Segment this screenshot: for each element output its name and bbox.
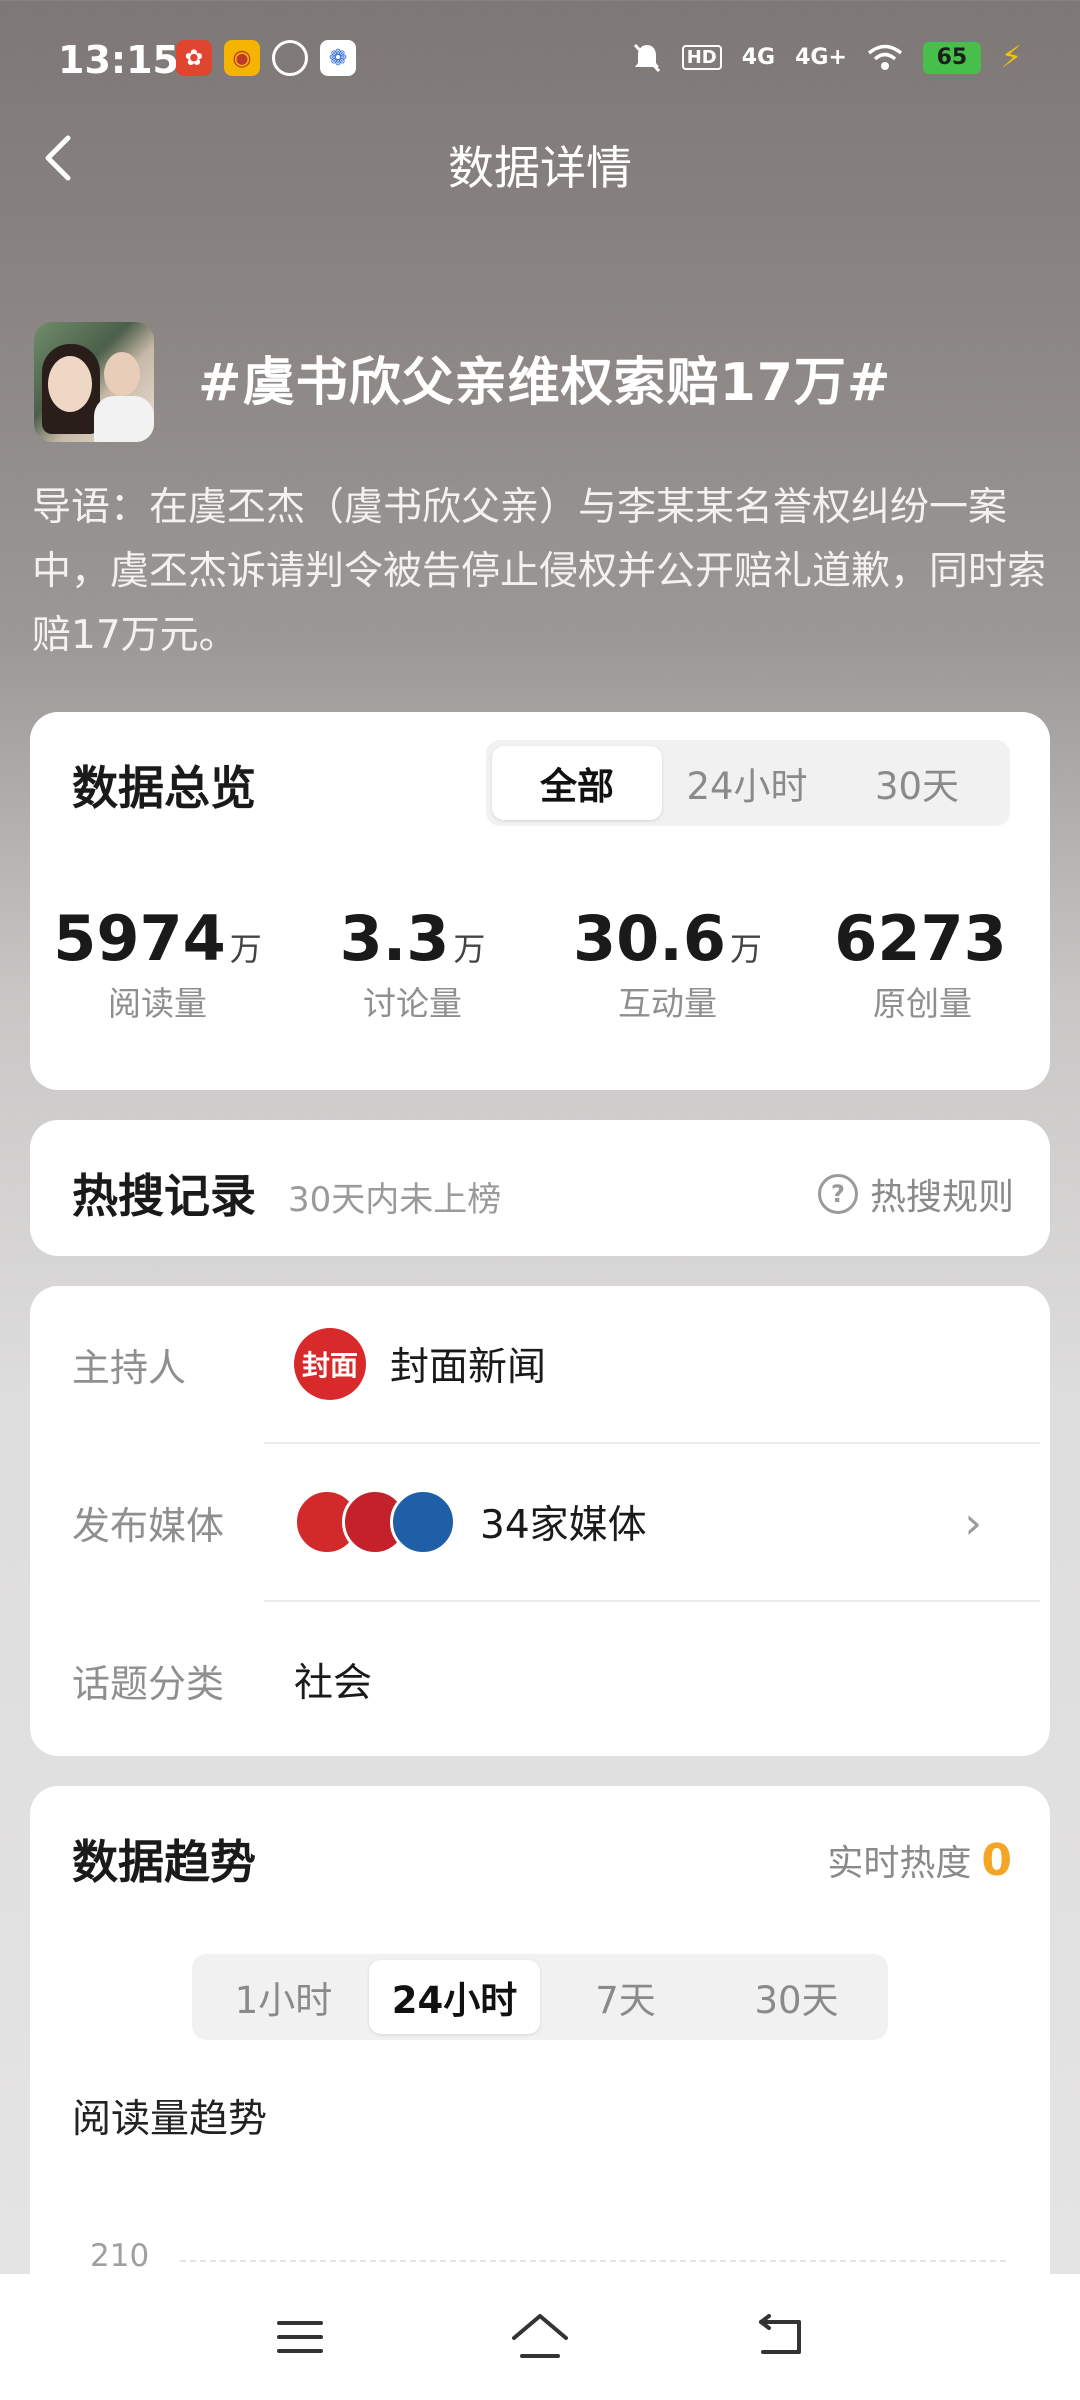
stat-interactions: 30.6 万 互动量	[540, 902, 795, 1025]
menu-button[interactable]	[260, 2297, 340, 2377]
stat-value: 30.6	[573, 902, 726, 975]
host-label: 主持人	[72, 1345, 187, 1390]
topic-title: #虞书欣父亲维权索赔17万#	[198, 353, 892, 413]
app-ring-icon	[272, 40, 308, 76]
hot-search-status: 30天内未上榜	[288, 1180, 502, 1220]
tab-24h[interactable]: 24小时	[662, 746, 832, 820]
host-logo: 封面	[294, 1328, 366, 1400]
y-axis-tick: 210	[90, 2238, 150, 2274]
grid-line	[180, 2260, 1006, 2262]
hot-search-rules-label: 热搜规则	[869, 1177, 1014, 1218]
status-bar: 13:15 ✿ ◉ ❁ HD 4G 4G+ 65 ⚡	[0, 0, 1080, 120]
topic-info-card: 主持人 封面 封面新闻 发布媒体 34家媒体 › 话题分类 社会	[30, 1286, 1050, 1756]
stat-label: 阅读量	[108, 984, 207, 1023]
tab-24h[interactable]: 24小时	[369, 1960, 540, 2034]
realtime-heat: 实时热度 0	[827, 1834, 1012, 1886]
tab-30d[interactable]: 30天	[832, 746, 1002, 820]
stats-row: 5974 万 阅读量 3.3 万 讨论量 30.6 万 互动量 6273 原创量	[30, 902, 1050, 1025]
topic-avatar	[34, 322, 154, 442]
stat-unit: 万	[729, 930, 762, 968]
baidu-icon: ❁	[320, 40, 356, 76]
stat-label: 互动量	[618, 984, 717, 1023]
stat-discussions: 3.3 万 讨论量	[285, 902, 540, 1025]
trend-title: 数据趋势	[72, 1835, 256, 1889]
mute-bell-icon	[633, 43, 660, 72]
charging-icon: ⚡	[1000, 40, 1022, 75]
stat-value: 6273	[834, 902, 1007, 975]
hd-icon: HD	[681, 45, 722, 70]
host-row[interactable]: 主持人 封面 封面新闻	[72, 1286, 1022, 1442]
realtime-label: 实时热度	[827, 1843, 972, 1884]
stat-value: 5974	[53, 902, 226, 975]
media-row[interactable]: 发布媒体 34家媒体 ›	[72, 1444, 1022, 1600]
stat-unit: 万	[453, 930, 486, 968]
tab-30d[interactable]: 30天	[711, 1960, 882, 2034]
menu-icon	[277, 2321, 323, 2353]
tab-all[interactable]: 全部	[492, 746, 662, 820]
battery-icon: 65	[922, 41, 981, 74]
back-nav-button[interactable]	[740, 2297, 820, 2377]
home-button[interactable]	[500, 2297, 580, 2377]
chevron-right-icon: ›	[964, 1498, 982, 1549]
host-name: 封面新闻	[390, 1345, 547, 1390]
media-label: 发布媒体	[72, 1503, 225, 1548]
stat-value: 3.3	[339, 902, 450, 975]
signal-4g-icon: 4G	[741, 45, 776, 70]
hot-search-title: 热搜记录	[72, 1169, 256, 1223]
system-nav-bar	[0, 2274, 1080, 2400]
media-logo	[390, 1489, 456, 1555]
stat-reads: 5974 万 阅读量	[30, 902, 285, 1025]
tab-7d[interactable]: 7天	[540, 1960, 711, 2034]
category-value: 社会	[294, 1661, 373, 1706]
weibo-icon: ◉	[224, 40, 260, 76]
status-app-icons: ✿ ◉ ❁	[176, 40, 356, 76]
category-label: 话题分类	[72, 1661, 225, 1706]
stat-unit: 万	[229, 930, 262, 968]
help-icon: ?	[817, 1174, 858, 1214]
media-logos	[294, 1489, 456, 1555]
signal-4g-plus-icon: 4G+	[795, 45, 847, 70]
return-icon	[759, 2314, 801, 2354]
overview-title: 数据总览	[72, 761, 256, 815]
reads-trend-label: 阅读量趋势	[72, 2097, 268, 2142]
hot-search-rules-link[interactable]: ? 热搜规则	[817, 1168, 1014, 1220]
status-time: 13:15	[58, 38, 179, 82]
realtime-value: 0	[981, 1834, 1012, 1886]
stat-originals: 6273 原创量	[795, 902, 1050, 1025]
stat-label: 讨论量	[363, 984, 462, 1023]
page-title: 数据详情	[448, 141, 632, 195]
stat-label: 原创量	[873, 984, 972, 1023]
topic-intro: 导语：在虞丕杰（虞书欣父亲）与李某某名誉权纠纷一案中，虞丕杰诉请判令被告停止侵权…	[32, 485, 1047, 658]
home-icon	[512, 2314, 568, 2358]
data-overview-card: 数据总览 全部 24小时 30天 5974 万 阅读量 3.3 万 讨论量 30.6…	[30, 712, 1050, 1090]
trend-period-tabs: 1小时 24小时 7天 30天	[192, 1954, 888, 2040]
status-right: HD 4G 4G+ 65 ⚡	[632, 40, 1022, 75]
overview-period-tabs: 全部 24小时 30天	[486, 740, 1010, 826]
hot-search-card: 热搜记录 30天内未上榜 ? 热搜规则	[30, 1120, 1050, 1256]
tab-1h[interactable]: 1小时	[198, 1960, 369, 2034]
wifi-icon	[867, 44, 903, 70]
category-row: 话题分类 社会	[72, 1602, 1022, 1758]
app-notification-icon: ✿	[176, 40, 212, 76]
media-count: 34家媒体	[480, 1503, 647, 1548]
